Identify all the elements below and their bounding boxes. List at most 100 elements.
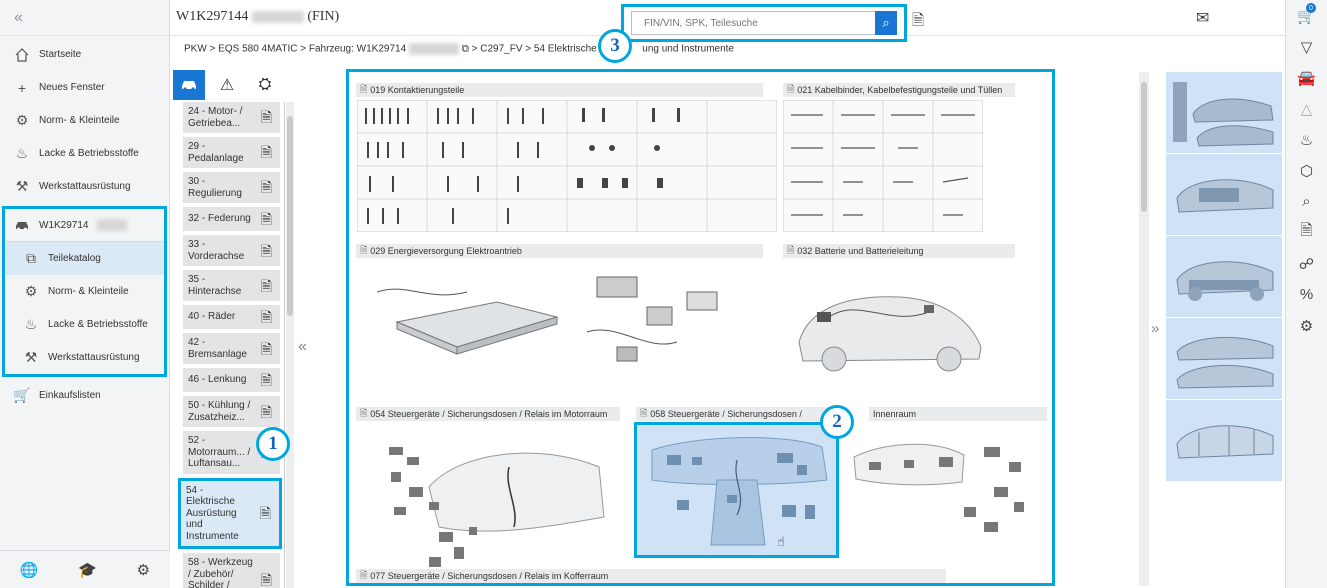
interior-control-units-diagram — [651, 437, 828, 546]
preview-item[interactable] — [1166, 154, 1282, 236]
section-title[interactable]: 🗎 058 Steuergeräte / Sicherungsdosen / — [636, 407, 836, 421]
callout-1: 1 — [256, 427, 290, 461]
preview-item[interactable] — [1166, 400, 1282, 482]
graduation-cap-icon[interactable]: 🎓 — [78, 561, 97, 579]
energy-supply-diagram[interactable] — [357, 262, 767, 382]
group-document-icon[interactable]: 🗎 — [261, 572, 272, 588]
search-input[interactable] — [632, 17, 875, 29]
car-icon — [14, 217, 30, 233]
preview-item[interactable] — [1166, 236, 1282, 318]
engine-room-control-units-diagram[interactable] — [369, 427, 619, 582]
group-document-icon[interactable]: 🗎 — [261, 341, 272, 357]
sidebar-item-label: Einkaufslisten — [39, 390, 101, 401]
sidebar-item-neues-fenster[interactable]: + Neues Fenster — [0, 71, 169, 104]
car-search-icon[interactable]: 🚘 — [1286, 62, 1327, 93]
group-document-icon[interactable]: 🗎 — [261, 211, 272, 227]
filter-icon[interactable]: ▽ — [1286, 31, 1327, 62]
group-document-icon[interactable]: 🗎 — [261, 144, 272, 160]
section-title[interactable]: 🗎 021 Kabelbinder, Kabelbefestigungsteile… — [783, 83, 1015, 97]
sidebar-item-vehicle[interactable]: W1K29714 — [5, 209, 164, 242]
section-title[interactable]: 🗎 077 Steuergeräte / Sicherungsdosen / Re… — [356, 569, 946, 583]
scrollbar-thumb[interactable] — [1141, 82, 1147, 212]
fin-prefix: W1K297144 — [176, 9, 249, 24]
interior-control-units-highlight[interactable] — [634, 422, 839, 558]
search-box: ⌕ — [631, 11, 897, 35]
scrollbar-thumb[interactable] — [287, 116, 293, 316]
group-item[interactable]: 58 - Werkzeug / Zubehör/ Schilder / Anle… — [183, 553, 280, 588]
document-icon[interactable]: 🗎 — [1286, 217, 1327, 248]
interior-parts-diagram[interactable] — [844, 427, 1049, 547]
paint-icon[interactable]: ♨ — [1286, 124, 1327, 155]
globe-icon[interactable]: 🌐 — [20, 561, 39, 579]
tab-vehicle[interactable] — [173, 70, 205, 100]
callout-number: 2 — [832, 411, 842, 432]
sidebar-item-norm-kleinteile[interactable]: ⚙ Norm- & Kleinteile — [0, 104, 169, 137]
group-item[interactable]: 33 - Vorderachse 🗎 — [183, 235, 280, 267]
group-item[interactable]: 40 - Räder 🗎 — [183, 305, 280, 330]
preview-scrollbar[interactable] — [1139, 72, 1149, 586]
group-item[interactable]: 35 - Hinterachse 🗎 — [183, 270, 280, 302]
group-item[interactable]: 42 - Bremsanlage 🗎 — [183, 333, 280, 365]
group-document-icon[interactable]: 🗎 — [261, 109, 272, 125]
sidebar-item-einkaufslisten[interactable]: 🛒 Einkaufslisten — [0, 379, 169, 412]
sidebar-item-sub-werkstatt[interactable]: ⚒ Werkstattausrüstung — [5, 341, 164, 374]
document-icon: 🗎 — [787, 245, 795, 255]
warning-icon[interactable]: △ — [1286, 93, 1327, 124]
cable-ties-grid[interactable] — [783, 100, 983, 232]
tab-high-voltage[interactable]: ⚠ — [211, 70, 243, 100]
section-title[interactable]: 🗎 029 Energieversorgung Elektroantrieb — [356, 244, 763, 258]
group-document-icon[interactable]: 🗎 — [260, 505, 271, 521]
collapse-left-chevron-icon[interactable]: « — [298, 338, 307, 356]
tab-engine[interactable]: ⛭ — [249, 70, 281, 100]
group-document-icon[interactable]: 🗎 — [261, 278, 272, 294]
sidebar-item-lacke[interactable]: ♨ Lacke & Betriebsstoffe — [0, 137, 169, 170]
group-item[interactable]: 32 - Federung 🗎 — [183, 207, 280, 232]
preview-item[interactable] — [1166, 318, 1282, 400]
collapse-sidebar-button[interactable]: « — [0, 0, 169, 36]
percent-icon[interactable]: % — [1286, 279, 1327, 310]
search-button[interactable]: ⌕ — [875, 11, 897, 35]
network-icon[interactable]: ☍ — [1286, 248, 1327, 279]
section-title[interactable]: 🗎 054 Steuergeräte / Sicherungsdosen / Re… — [356, 407, 620, 421]
group-item[interactable]: 30 - Regulierung 🗎 — [183, 172, 280, 203]
section-label: 019 Kontaktierungsteile — [370, 85, 465, 95]
group-item[interactable]: 29 - Pedalanlage 🗎 — [183, 137, 280, 168]
sidebar-item-sub-lacke[interactable]: ♨ Lacke & Betriebsstoffe — [5, 308, 164, 341]
redacted-vin — [97, 219, 128, 231]
group-document-icon[interactable]: 🗎 — [261, 309, 272, 325]
sidebar-item-werkstatt[interactable]: ⚒ Werkstattausrüstung — [0, 170, 169, 203]
sidebar-item-teilekatalog[interactable]: ⧉ Teilekatalog — [5, 242, 164, 275]
expand-right-chevron-icon[interactable]: » — [1151, 320, 1159, 337]
group-list-scrollbar[interactable] — [286, 102, 294, 588]
copy-icon[interactable]: ⧉ — [462, 44, 469, 55]
preview-item[interactable] — [1166, 72, 1282, 154]
sidebar-item-startseite[interactable]: Startseite — [0, 38, 169, 71]
battery-diagram[interactable] — [789, 267, 989, 377]
group-item[interactable]: 50 - Kühlung / Zusatzheiz... 🗎 — [183, 396, 280, 428]
section-title[interactable]: 🗎 032 Batterie und Batterieleitung — [783, 244, 1015, 258]
group-item[interactable]: 24 - Motor- / Getriebea... 🗎 — [183, 102, 280, 133]
callout-3: 3 — [598, 29, 632, 63]
left-sidebar: « Startseite + Neues Fenster ⚙ Norm- & K… — [0, 0, 170, 588]
group-document-icon[interactable]: 🗎 — [261, 372, 272, 388]
group-item-selected[interactable]: 54 - Elektrische Ausrüstung und Instrume… — [178, 477, 282, 550]
mail-icon[interactable]: ✉ — [1196, 8, 1209, 28]
section-title-cont[interactable]: Innenraum — [869, 407, 1047, 421]
gear-icon[interactable]: ⚙ — [137, 561, 150, 579]
group-document-icon[interactable]: 🗎 — [261, 179, 272, 195]
document-search-icon[interactable]: 🗎 — [912, 10, 924, 35]
car-settings-icon[interactable]: ⚙ — [1286, 310, 1327, 341]
sidebar-item-sub-norm[interactable]: ⚙ Norm- & Kleinteile — [5, 275, 164, 308]
document-icon: 🗎 — [360, 245, 368, 255]
search-icon[interactable]: ⌕ — [1286, 186, 1327, 217]
home-icon — [14, 47, 30, 63]
group-document-icon[interactable]: 🗎 — [261, 404, 272, 420]
document-icon: 🗎 — [360, 570, 368, 580]
contact-parts-grid[interactable] — [357, 100, 777, 232]
group-document-icon[interactable]: 🗎 — [261, 243, 272, 259]
box-icon[interactable]: ⬡ — [1286, 155, 1327, 186]
cart-rail-button[interactable]: 🛒 0 — [1286, 0, 1327, 31]
group-label: 32 - Federung — [188, 213, 251, 225]
group-item[interactable]: 46 - Lenkung 🗎 — [183, 368, 280, 393]
section-title[interactable]: 🗎 019 Kontaktierungsteile — [356, 83, 763, 97]
